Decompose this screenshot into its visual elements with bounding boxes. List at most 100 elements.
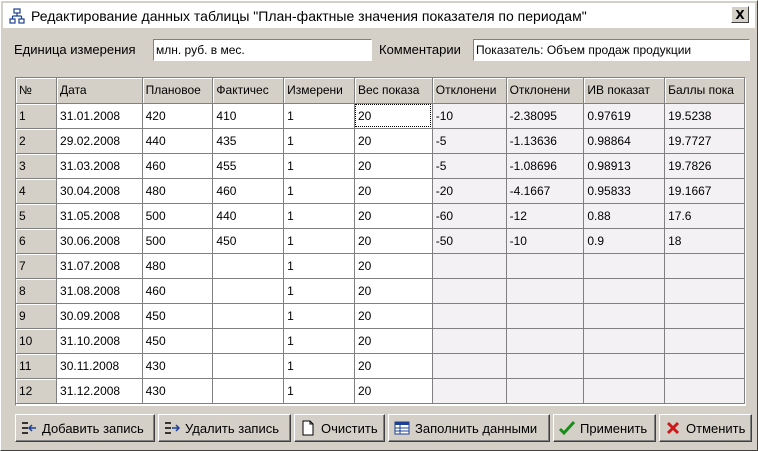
table-row[interactable]: 8 31.08.2008 460 1 20 <box>16 278 745 304</box>
table-cell[interactable] <box>583 278 666 304</box>
table-cell[interactable]: 31.10.2008 <box>56 328 143 354</box>
table-cell[interactable]: 20 <box>354 278 433 304</box>
table-cell[interactable]: -2.38095 <box>506 103 585 129</box>
table-cell[interactable] <box>432 378 507 404</box>
table-cell[interactable]: 0.98864 <box>583 128 666 154</box>
header-cell-measure[interactable]: Измерени <box>283 78 355 104</box>
table-cell[interactable] <box>506 378 585 404</box>
table-cell[interactable]: -60 <box>432 203 507 229</box>
table-cell[interactable]: 20 <box>354 303 433 329</box>
table-cell[interactable] <box>583 253 666 279</box>
data-grid[interactable]: № Дата Плановое Фактичес Измерени Вес по… <box>15 77 746 406</box>
table-cell[interactable] <box>664 328 745 354</box>
table-cell[interactable]: 1 <box>283 303 355 329</box>
table-cell[interactable]: 460 <box>212 178 285 204</box>
table-cell[interactable]: 1 <box>283 103 355 129</box>
table-row[interactable]: 3 31.03.2008 460 455 1 20 -5 -1.08696 0.98913 19.… <box>16 153 745 179</box>
table-cell[interactable]: -4.1667 <box>506 178 585 204</box>
table-cell[interactable]: 455 <box>212 153 285 179</box>
clear-button[interactable]: Очистить <box>294 414 385 442</box>
table-cell[interactable] <box>212 328 285 354</box>
table-cell[interactable]: 1 <box>283 228 355 254</box>
table-cell[interactable]: 450 <box>142 328 214 354</box>
table-cell[interactable] <box>432 303 507 329</box>
table-cell[interactable]: -5 <box>432 128 507 154</box>
table-cell[interactable]: 19.1667 <box>664 178 745 204</box>
header-cell-deviation-percent[interactable]: Отклонени <box>506 78 585 104</box>
table-cell[interactable]: 0.97619 <box>583 103 666 129</box>
table-cell[interactable]: 0.9 <box>583 228 666 254</box>
table-cell[interactable]: 20 <box>354 353 433 379</box>
table-cell[interactable]: 450 <box>212 228 285 254</box>
table-cell[interactable] <box>432 278 507 304</box>
cancel-button[interactable]: Отменить <box>659 414 752 442</box>
table-cell[interactable]: 19.7727 <box>664 128 745 154</box>
comment-input[interactable]: Показатель: Объем продаж продукции <box>473 39 750 61</box>
header-cell-fact[interactable]: Фактичес <box>212 78 285 104</box>
table-cell[interactable]: 30.06.2008 <box>56 228 143 254</box>
table-cell[interactable]: 420 <box>142 103 214 129</box>
table-cell[interactable]: 17.6 <box>664 203 745 229</box>
delete-record-button[interactable]: Удалить запись <box>158 414 291 442</box>
table-cell[interactable]: 20 <box>354 228 433 254</box>
table-cell[interactable]: 20 <box>354 128 433 154</box>
table-cell[interactable]: 480 <box>142 253 214 279</box>
table-cell[interactable]: 20 <box>354 203 433 229</box>
table-cell[interactable] <box>212 278 285 304</box>
table-cell[interactable]: 20 <box>354 253 433 279</box>
table-cell[interactable]: 30.11.2008 <box>56 353 143 379</box>
table-cell[interactable]: 440 <box>142 128 214 154</box>
table-cell[interactable]: 20 <box>354 328 433 354</box>
table-cell[interactable]: 30.09.2008 <box>56 303 143 329</box>
header-cell-number[interactable]: № <box>16 78 58 104</box>
table-cell[interactable]: 20 <box>354 103 433 129</box>
table-cell[interactable] <box>432 328 507 354</box>
header-cell-score[interactable]: Баллы пока <box>664 78 745 104</box>
table-cell[interactable] <box>432 353 507 379</box>
apply-button[interactable]: Применить <box>553 414 656 442</box>
table-row[interactable]: 1 31.01.2008 420 410 1 20 -10 -2.38095 0.97619 19… <box>16 103 745 129</box>
table-cell[interactable]: 31.01.2008 <box>56 103 143 129</box>
table-cell[interactable] <box>506 353 585 379</box>
table-cell[interactable]: 460 <box>142 278 214 304</box>
table-cell[interactable] <box>583 303 666 329</box>
table-cell[interactable]: 1 <box>283 278 355 304</box>
table-cell[interactable]: 1 <box>283 353 355 379</box>
table-cell[interactable] <box>506 303 585 329</box>
close-button[interactable]: X <box>731 6 749 23</box>
table-row[interactable]: 11 30.11.2008 430 1 20 <box>16 353 745 379</box>
table-cell[interactable] <box>506 328 585 354</box>
table-cell[interactable]: 1 <box>283 378 355 404</box>
table-cell[interactable]: 480 <box>142 178 214 204</box>
table-cell[interactable]: 31.08.2008 <box>56 278 143 304</box>
table-cell[interactable]: 0.95833 <box>583 178 666 204</box>
table-cell[interactable] <box>664 353 745 379</box>
table-cell[interactable]: 31.07.2008 <box>56 253 143 279</box>
table-cell[interactable] <box>212 303 285 329</box>
table-cell[interactable]: 435 <box>212 128 285 154</box>
table-row[interactable]: 6 30.06.2008 500 450 1 20 -50 -10 0.9 18 <box>16 228 745 254</box>
table-cell[interactable] <box>583 353 666 379</box>
table-cell[interactable] <box>506 253 585 279</box>
table-cell[interactable]: 1 <box>283 153 355 179</box>
table-cell[interactable]: 31.03.2008 <box>56 153 143 179</box>
table-cell[interactable] <box>583 328 666 354</box>
table-cell[interactable]: -1.08696 <box>506 153 585 179</box>
table-cell[interactable]: -10 <box>432 103 507 129</box>
unit-input[interactable]: млн. руб. в мес. <box>153 39 372 61</box>
header-cell-date[interactable]: Дата <box>56 78 143 104</box>
table-row[interactable]: 10 31.10.2008 450 1 20 <box>16 328 745 354</box>
table-cell[interactable]: 500 <box>142 203 214 229</box>
table-cell[interactable] <box>212 253 285 279</box>
add-record-button[interactable]: Добавить запись <box>15 414 155 442</box>
table-cell[interactable]: 1 <box>283 178 355 204</box>
table-cell[interactable]: 19.7826 <box>664 153 745 179</box>
table-cell[interactable] <box>664 303 745 329</box>
table-cell[interactable]: 20 <box>354 378 433 404</box>
table-cell[interactable]: 440 <box>212 203 285 229</box>
table-cell[interactable]: 31.12.2008 <box>56 378 143 404</box>
table-cell[interactable]: 30.04.2008 <box>56 178 143 204</box>
table-cell[interactable]: 0.88 <box>583 203 666 229</box>
table-cell[interactable]: 0.98913 <box>583 153 666 179</box>
table-cell[interactable]: 1 <box>283 128 355 154</box>
